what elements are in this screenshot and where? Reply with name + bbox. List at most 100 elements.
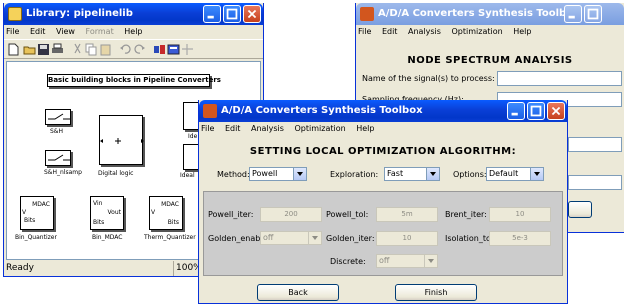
- library-title: Library: pipelinelib: [26, 8, 133, 19]
- menu-analysis[interactable]: Analysis: [251, 124, 284, 133]
- bin-quantizer-label: Bin_Quantizer: [15, 234, 57, 241]
- menu-file[interactable]: File: [358, 27, 371, 36]
- signal-name-input[interactable]: [497, 71, 622, 86]
- spectrum-titlebar[interactable]: A/D/A Converters Synthesis Toolbox: [356, 3, 624, 25]
- optimization-heading: SETTING LOCAL OPTIMIZATION ALGORITHM:: [249, 146, 517, 157]
- exploration-select[interactable]: Fast: [384, 167, 440, 181]
- sh-nlsamp-label: S&H_nlsamp: [44, 169, 82, 176]
- golden-iter-input[interactable]: 10: [376, 231, 438, 246]
- v-port-label: V: [151, 209, 156, 216]
- minimize-icon: [568, 15, 575, 19]
- redo-icon[interactable]: [133, 43, 146, 56]
- minimize-button[interactable]: [564, 5, 582, 23]
- optimization-menubar: File Edit Analysis Optimization Help: [199, 122, 567, 136]
- golden-enabl-value: off: [263, 233, 274, 242]
- exploration-label: Exploration:: [330, 170, 379, 179]
- spectrum-title: A/D/A Converters Synthesis Toolbox: [378, 8, 580, 19]
- vout-port-label: Vout: [107, 209, 121, 216]
- sh-block[interactable]: [45, 109, 71, 125]
- ideal-label-2: Ideal: [180, 172, 195, 179]
- menu-help[interactable]: Help: [124, 27, 142, 36]
- spectrum-heading: NODE SPECTRUM ANALYSIS: [407, 55, 573, 66]
- close-icon: [247, 9, 257, 19]
- menu-file[interactable]: File: [201, 124, 214, 133]
- undo-icon[interactable]: [119, 43, 132, 56]
- minimize-icon: [207, 15, 214, 19]
- powell-iter-label: Powell_iter:: [208, 210, 254, 219]
- brent-iter-input[interactable]: 10: [489, 207, 551, 222]
- isolation-tol-input[interactable]: 5e-3: [489, 231, 551, 246]
- discrete-label: Discrete:: [330, 257, 366, 266]
- menu-edit[interactable]: Edit: [382, 27, 398, 36]
- bin-mdac-block[interactable]: Vin Vout Bits: [90, 196, 124, 230]
- library-browser-icon[interactable]: [153, 43, 166, 56]
- exploration-value: Fast: [387, 169, 404, 178]
- print-icon[interactable]: [51, 43, 64, 56]
- library-toolbar: [4, 39, 263, 59]
- cut-icon[interactable]: [71, 43, 84, 56]
- sh-nlsamp-block[interactable]: [45, 150, 71, 166]
- therm-quantizer-label: Therm_Quantizer: [144, 234, 196, 241]
- open-folder-icon[interactable]: [23, 43, 36, 56]
- minimize-button[interactable]: [507, 102, 525, 120]
- minimize-button[interactable]: [203, 5, 221, 23]
- spectrum-field-4[interactable]: [568, 175, 622, 190]
- menu-analysis[interactable]: Analysis: [408, 27, 441, 36]
- digital-logic-block[interactable]: [99, 115, 144, 165]
- navigate-icon[interactable]: [181, 43, 194, 56]
- menu-view[interactable]: View: [56, 27, 75, 36]
- maximize-icon: [530, 105, 542, 117]
- close-button[interactable]: [243, 5, 261, 23]
- menu-help[interactable]: Help: [513, 27, 531, 36]
- therm-quantizer-block[interactable]: MDAC V Bits: [149, 196, 183, 230]
- paste-icon[interactable]: [99, 43, 112, 56]
- discrete-select[interactable]: off: [376, 254, 438, 268]
- menu-format[interactable]: Format: [86, 27, 114, 36]
- powell-tol-input[interactable]: 5m: [376, 207, 438, 222]
- model-explorer-icon[interactable]: [167, 43, 180, 56]
- options-label: Options:: [453, 170, 487, 179]
- powell-iter-input[interactable]: 200: [260, 207, 322, 222]
- optimization-titlebar[interactable]: A/D/A Converters Synthesis Toolbox: [199, 100, 567, 122]
- library-menubar: File Edit View Format Help: [4, 25, 263, 39]
- optimization-window: A/D/A Converters Synthesis Toolbox File …: [198, 100, 568, 304]
- maximize-button[interactable]: [527, 102, 545, 120]
- new-file-icon[interactable]: [7, 43, 20, 56]
- options-value: Default: [489, 169, 519, 178]
- digital-logic-label: Digital logic: [98, 170, 134, 177]
- menu-optimization[interactable]: Optimization: [452, 27, 503, 36]
- menu-edit[interactable]: Edit: [225, 124, 241, 133]
- chevron-down-icon: [426, 168, 439, 180]
- spectrum-menubar: File Edit Analysis Optimization Help: [356, 25, 624, 39]
- bin-quantizer-block[interactable]: MDAC Bits V: [20, 196, 54, 230]
- menu-optimization[interactable]: Optimization: [295, 124, 346, 133]
- spectrum-field-3[interactable]: [568, 137, 622, 152]
- bits-port-label: Bits: [167, 219, 179, 226]
- method-select[interactable]: Powell: [249, 167, 307, 181]
- optimization-title: A/D/A Converters Synthesis Toolbox: [221, 105, 423, 116]
- menu-help[interactable]: Help: [356, 124, 374, 133]
- copy-icon[interactable]: [85, 43, 98, 56]
- method-value: Powell: [252, 169, 278, 178]
- options-select[interactable]: Default: [486, 167, 544, 181]
- v-port-label: V: [22, 209, 27, 216]
- golden-enabl-label: Golden_enabl: [208, 234, 263, 243]
- maximize-button[interactable]: [584, 5, 602, 23]
- maximize-icon: [226, 8, 238, 20]
- golden-enabl-select[interactable]: off: [260, 231, 322, 245]
- method-label: Method:: [217, 170, 250, 179]
- save-icon[interactable]: [37, 43, 50, 56]
- switch-icon: [48, 154, 70, 161]
- maximize-button[interactable]: [223, 5, 241, 23]
- matlab-icon: [203, 104, 217, 118]
- spectrum-button[interactable]: [568, 201, 592, 218]
- menu-file[interactable]: File: [6, 27, 19, 36]
- maximize-icon: [587, 8, 599, 20]
- close-icon: [551, 106, 561, 116]
- finish-button[interactable]: Finish: [395, 284, 477, 301]
- bits-port-label: Bits: [93, 219, 105, 226]
- library-titlebar[interactable]: Library: pipelinelib: [4, 3, 263, 25]
- back-button[interactable]: Back: [257, 284, 339, 301]
- close-button[interactable]: [547, 102, 565, 120]
- menu-edit[interactable]: Edit: [30, 27, 46, 36]
